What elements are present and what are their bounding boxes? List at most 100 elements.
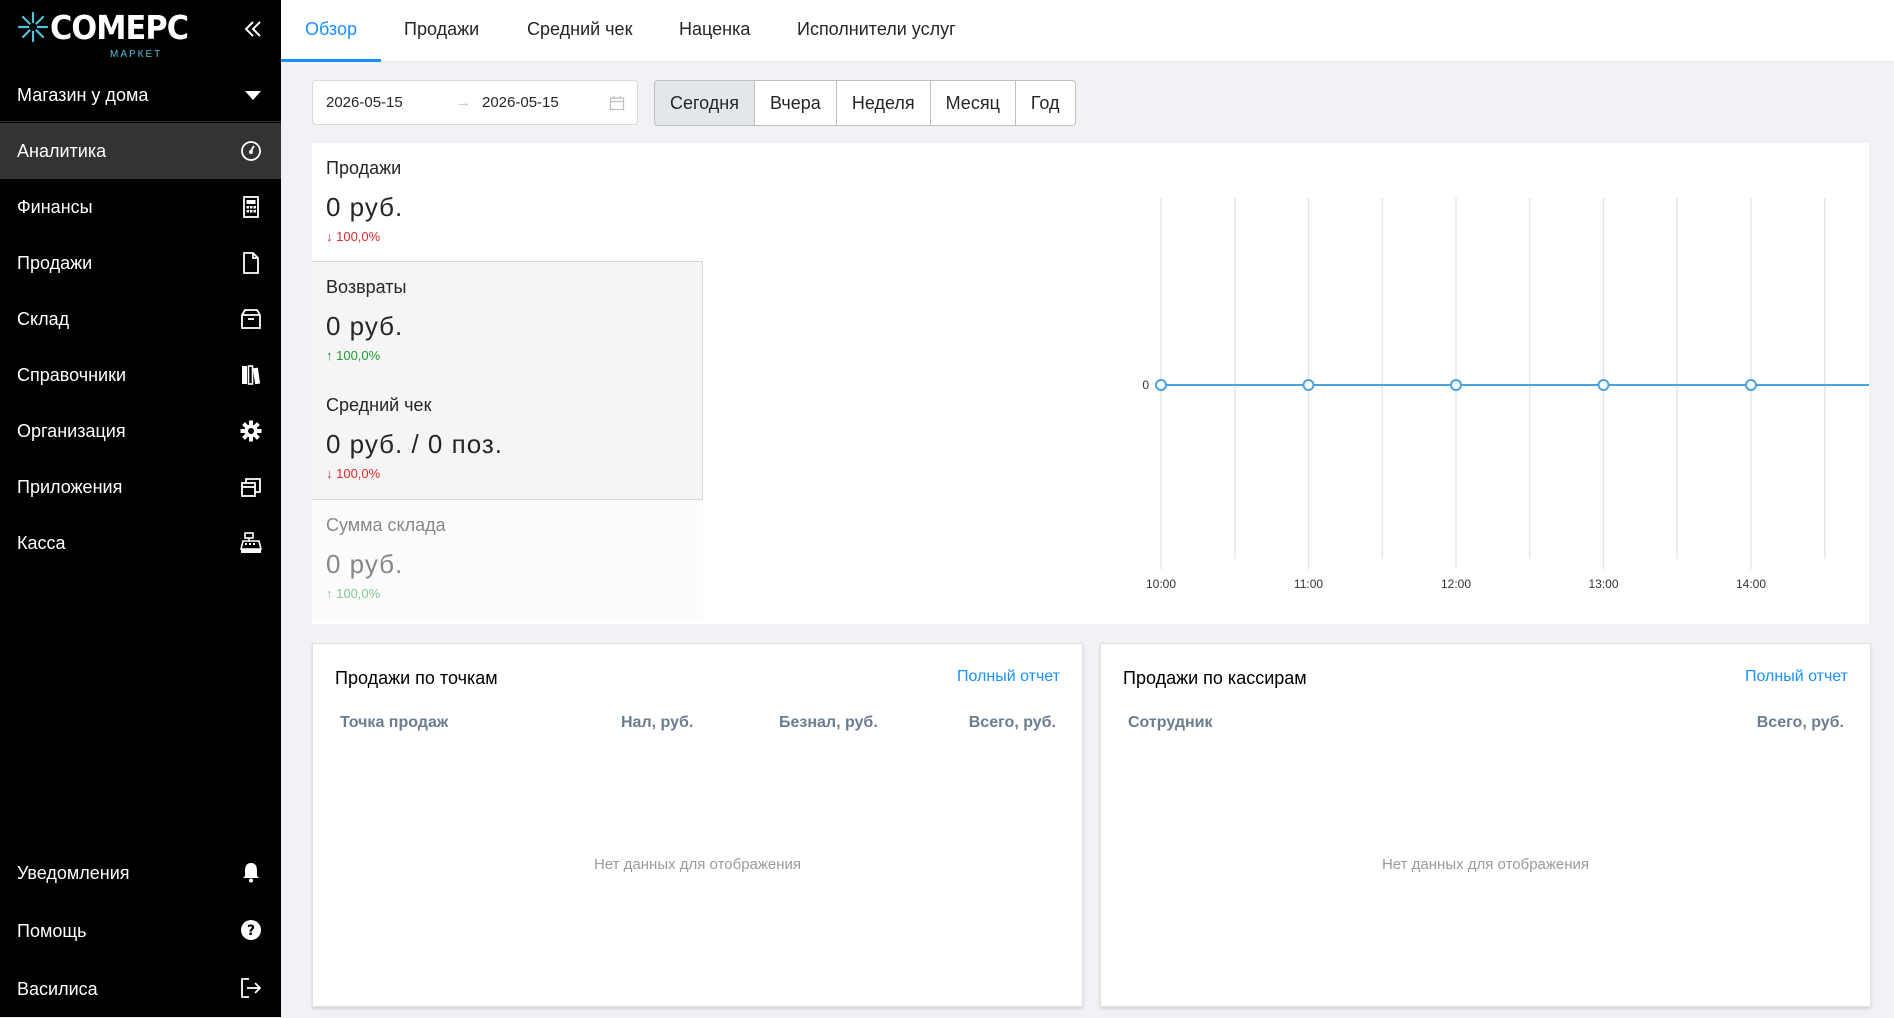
x-tick-label: 10:00 <box>1146 577 1176 591</box>
gear-icon <box>237 417 265 445</box>
sidebar-item-notifications[interactable]: Уведомления <box>0 844 281 902</box>
sidebar-nav: Аналитика Финансы Продажи Склад Справочн… <box>0 123 281 571</box>
stat-value: 0 руб. <box>326 549 404 579</box>
range-year-button[interactable]: Год <box>1015 81 1075 125</box>
bell-icon <box>237 858 265 886</box>
sidebar-item-label: Касса <box>17 532 66 553</box>
stat-value: 0 руб. <box>326 192 404 222</box>
x-tick-label: 12:00 <box>1441 577 1471 591</box>
data-point[interactable] <box>1450 379 1462 391</box>
cash-register-icon <box>237 529 265 557</box>
sidebar-item-directories[interactable]: Справочники <box>0 347 281 403</box>
x-tick-label: 11:00 <box>1294 577 1323 591</box>
collapse-sidebar-button[interactable] <box>238 14 268 44</box>
date-to[interactable]: 2026-05-15 <box>482 94 559 111</box>
box-icon <box>237 305 265 333</box>
sales-line-chart: 010:0011:0012:0013:0014:0015:0016:0017:0… <box>1142 198 1869 591</box>
sidebar-item-applications[interactable]: Приложения <box>0 459 281 515</box>
full-report-link[interactable]: Полный отчет <box>1745 668 1848 686</box>
sidebar-item-help[interactable]: Помощь ? <box>0 902 281 960</box>
y-tick-label: 0 <box>1142 378 1149 392</box>
windows-icon <box>237 473 265 501</box>
sidebar-bottom-nav: Уведомления Помощь ? Василиса <box>0 844 281 1018</box>
logo-star-icon <box>17 11 49 43</box>
stat-average-check[interactable]: Средний чек 0 руб. / 0 поз. ↓ 100,0% <box>312 380 703 500</box>
sidebar-item-label: Уведомления <box>17 862 130 883</box>
range-month-button[interactable]: Месяц <box>930 81 1016 125</box>
range-today-button[interactable]: Сегодня <box>655 81 755 125</box>
summary-panel: Продажи 0 руб. ↓ 100,0% Возвраты 0 руб. … <box>312 143 1869 624</box>
sidebar: COMEPC МАРКЕТ Магазин у дома Аналитика Ф… <box>0 0 281 1017</box>
date-from[interactable]: 2026-05-15 <box>326 94 403 111</box>
tab-overview[interactable]: Обзор <box>281 0 381 62</box>
column-header[interactable]: Нал, руб. <box>621 714 693 732</box>
question-icon: ? <box>237 916 265 944</box>
stat-delta: ↑ 100,0% <box>326 586 381 601</box>
logo-text: COMEPC <box>50 8 189 47</box>
stat-title: Средний чек <box>326 395 432 415</box>
data-point[interactable] <box>1745 379 1757 391</box>
double-chevron-left-icon <box>244 21 261 37</box>
top-tabs: Обзор Продажи Средний чек Наценка Исполн… <box>281 0 1894 62</box>
stat-delta: ↓ 100,0% <box>326 466 381 481</box>
range-yesterday-button[interactable]: Вчера <box>755 81 837 125</box>
data-point[interactable] <box>1155 379 1167 391</box>
stat-delta: ↓ 100,0% <box>326 229 381 244</box>
x-tick-label: 13:00 <box>1588 577 1618 591</box>
stat-warehouse-sum[interactable]: Сумма склада 0 руб. ↑ 100,0% <box>312 500 703 620</box>
stat-delta: ↑ 100,0% <box>326 348 381 363</box>
tab-markup[interactable]: Наценка <box>655 0 774 62</box>
range-buttons: Сегодня Вчера Неделя Месяц Год <box>654 80 1076 126</box>
sidebar-item-label: Помощь <box>17 920 87 941</box>
card-title: Продажи по точкам <box>335 668 498 688</box>
column-header[interactable]: Всего, руб. <box>969 714 1056 732</box>
logout-icon <box>237 974 265 1002</box>
tab-average-check[interactable]: Средний чек <box>503 0 656 62</box>
sidebar-item-sales[interactable]: Продажи <box>0 235 281 291</box>
sidebar-item-label: Продажи <box>17 252 93 273</box>
sidebar-item-warehouse[interactable]: Склад <box>0 291 281 347</box>
sidebar-item-label: Справочники <box>17 364 127 385</box>
column-header[interactable]: Безнал, руб. <box>779 714 878 732</box>
sidebar-item-user[interactable]: Василиса <box>0 960 281 1018</box>
date-range-picker[interactable]: 2026-05-15 → 2026-05-15 <box>312 80 638 125</box>
column-header[interactable]: Точка продаж <box>340 714 448 732</box>
stat-sales[interactable]: Продажи 0 руб. ↓ 100,0% <box>312 143 703 263</box>
document-icon <box>237 249 265 277</box>
column-header[interactable]: Сотрудник <box>1128 714 1213 732</box>
empty-state: Нет данных для отображения <box>593 856 802 873</box>
stat-returns[interactable]: Возвраты 0 руб. ↑ 100,0% <box>312 261 703 381</box>
sidebar-item-finance[interactable]: Финансы <box>0 179 281 235</box>
stat-value: 0 руб. <box>326 311 404 341</box>
data-point[interactable] <box>1302 379 1315 391</box>
column-header[interactable]: Всего, руб. <box>1757 714 1844 732</box>
range-arrow: → <box>456 94 471 111</box>
store-selector[interactable]: Магазин у дома <box>0 70 281 122</box>
full-report-link[interactable]: Полный отчет <box>957 668 1060 686</box>
card-sales-by-cashiers: Продажи по кассирам Полный отчет Сотрудн… <box>1100 643 1871 1007</box>
sidebar-item-organization[interactable]: Организация <box>0 403 281 459</box>
sidebar-item-label: Приложения <box>17 476 123 497</box>
range-week-button[interactable]: Неделя <box>836 81 931 125</box>
tab-sales[interactable]: Продажи <box>380 0 503 62</box>
caret-down-icon <box>245 91 261 100</box>
stat-title: Сумма склада <box>326 515 446 535</box>
tab-service-providers[interactable]: Исполнители услуг <box>773 0 980 62</box>
sidebar-item-label: Василиса <box>17 978 98 999</box>
empty-state: Нет данных для отображения <box>1381 856 1590 873</box>
card-title: Продажи по кассирам <box>1123 668 1307 688</box>
sidebar-item-label: Аналитика <box>17 140 107 161</box>
sidebar-item-cashbox[interactable]: Касса <box>0 515 281 571</box>
stat-title: Возвраты <box>326 277 407 297</box>
sidebar-item-label: Организация <box>17 420 126 441</box>
data-point[interactable] <box>1597 379 1610 391</box>
stat-title: Продажи <box>326 158 402 178</box>
sidebar-item-analytics[interactable]: Аналитика <box>0 123 281 179</box>
books-icon <box>237 361 265 389</box>
store-name: Магазин у дома <box>17 85 149 105</box>
svg-text:?: ? <box>247 923 255 939</box>
card-sales-by-points: Продажи по точкам Полный отчет Точка про… <box>312 643 1083 1007</box>
calculator-icon <box>237 193 265 221</box>
sidebar-item-label: Склад <box>17 308 70 329</box>
stat-value: 0 руб. / 0 поз. <box>326 429 504 459</box>
